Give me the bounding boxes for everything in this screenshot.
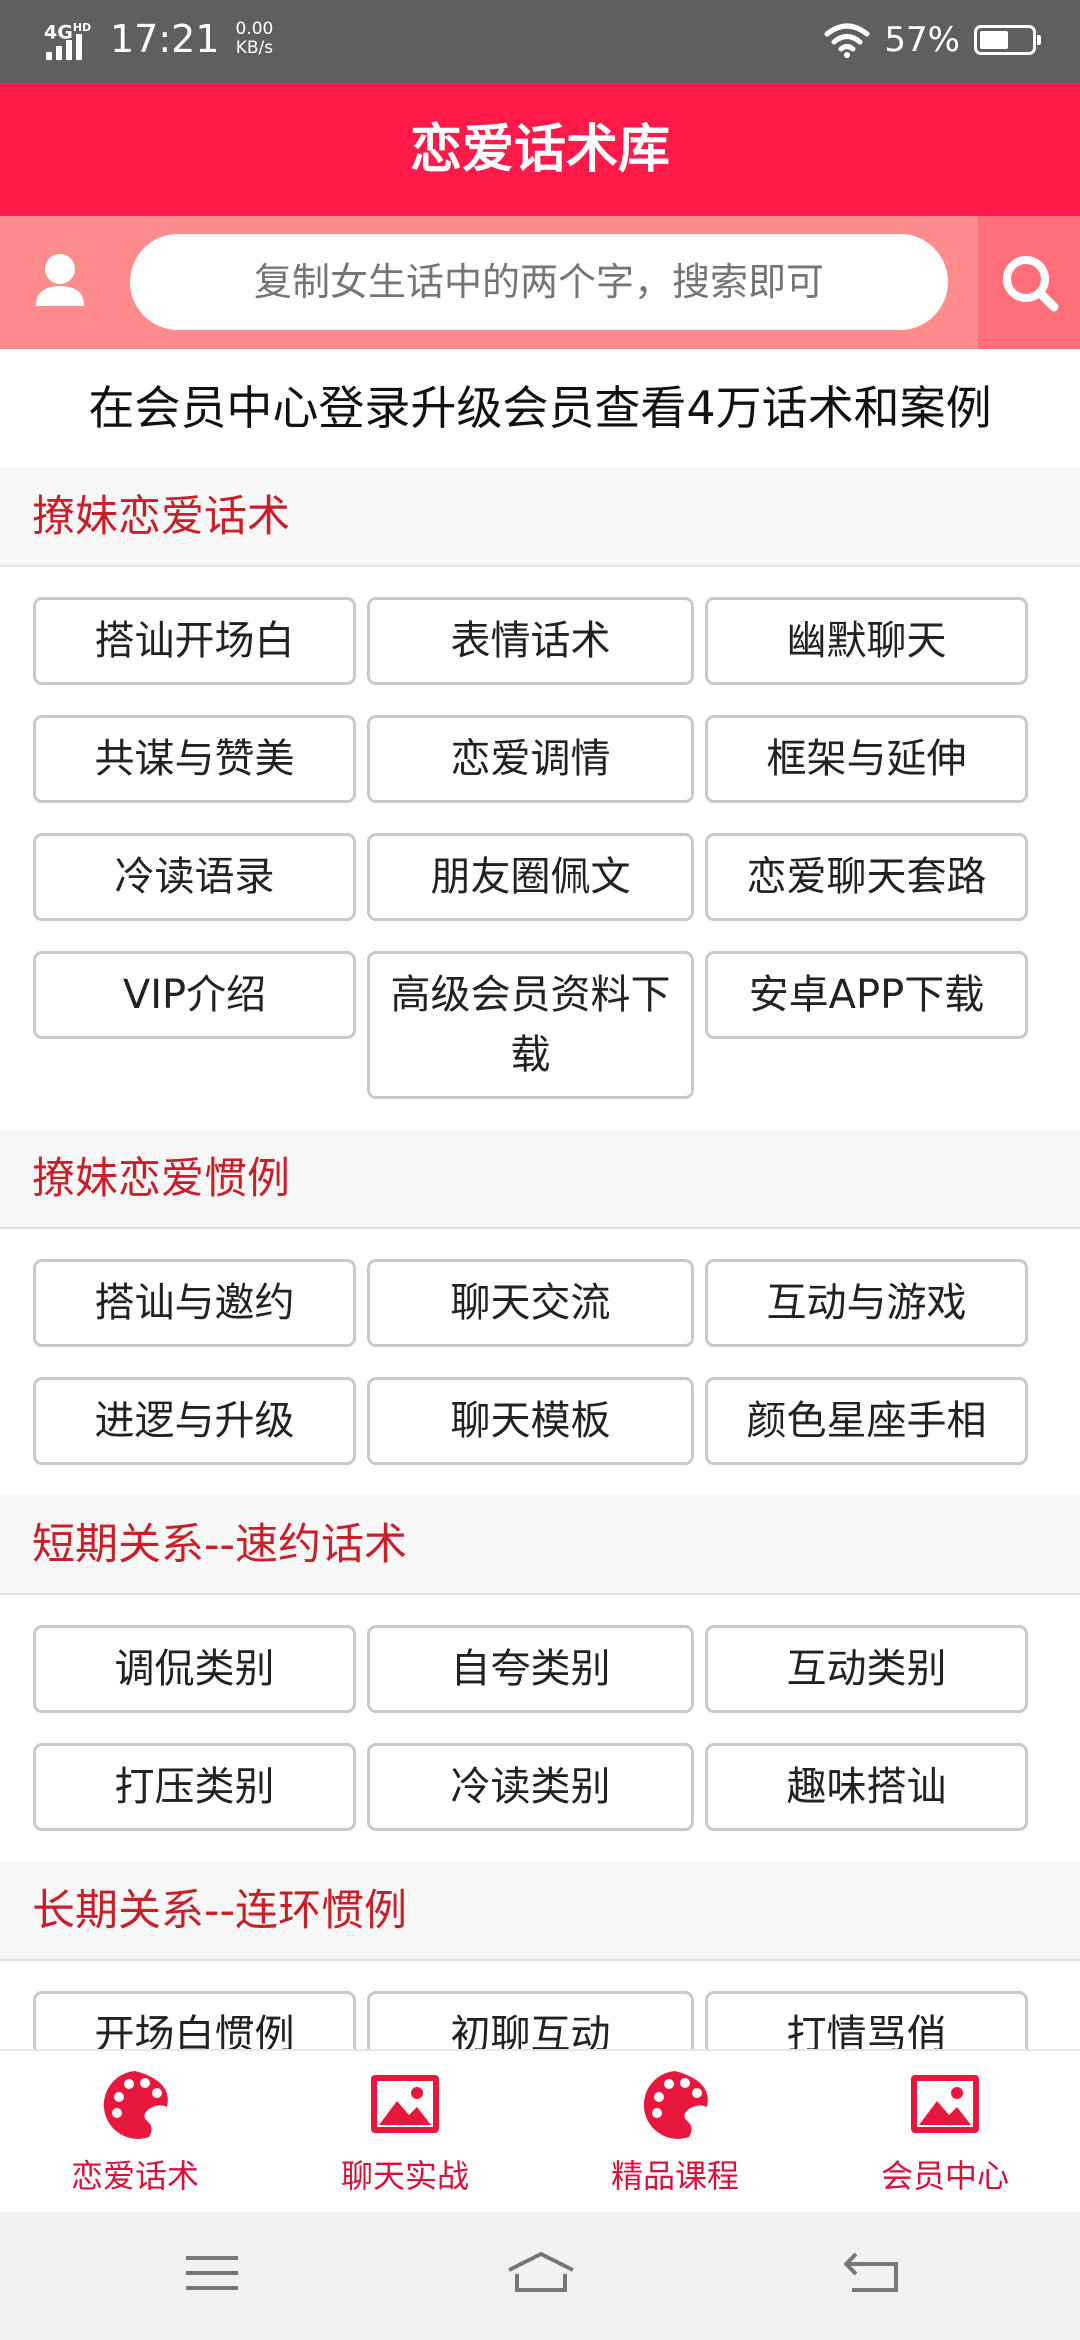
tab-item[interactable]: 会员中心 <box>810 2051 1080 2212</box>
section-title: 撩妹恋爱惯例 <box>0 1129 1080 1229</box>
speed-unit: KB/s <box>235 38 274 58</box>
palette-icon <box>643 2071 708 2139</box>
page-title: 恋爱话术库 <box>0 84 1080 216</box>
section-title: 长期关系--连环惯例 <box>0 1861 1080 1961</box>
tab-label: 恋爱话术 <box>70 2157 199 2195</box>
category-button[interactable]: 颜色星座手相 <box>705 1377 1028 1465</box>
category-grid: 搭讪与邀约 聊天交流 互动与游戏进逻与升级 聊天模板 颜色星座手相 <box>0 1229 1080 1495</box>
category-button[interactable]: 自夸类别 <box>367 1625 694 1713</box>
user-icon <box>36 254 84 306</box>
system-nav-bar <box>0 2212 1080 2340</box>
menu-icon[interactable] <box>182 2248 242 2298</box>
speed-value: 0.00 <box>235 19 274 39</box>
category-button[interactable]: 聊天交流 <box>367 1259 694 1347</box>
wifi-icon <box>824 23 870 58</box>
tab-item[interactable]: 聊天实战 <box>270 2051 540 2212</box>
category-button[interactable]: 高级会员资料下载 <box>367 951 694 1099</box>
category-list[interactable]: 撩妹恋爱话术搭讪开场白 表情话术 幽默聊天共谋与赞美 恋爱调情 框架与延伸冷读语录 朋友圈… <box>0 467 1080 2049</box>
search-icon <box>1003 256 1059 312</box>
category-button[interactable]: 调侃类别 <box>33 1625 356 1713</box>
category-grid: 开场白惯例 初聊互动 打情骂俏 <box>0 1961 1080 2049</box>
tab-item[interactable]: 恋爱话术 <box>0 2051 270 2212</box>
category-button[interactable]: 安卓APP下载 <box>705 951 1028 1039</box>
category-button[interactable]: 开场白惯例 <box>33 1991 356 2049</box>
category-button[interactable]: 冷读类别 <box>367 1743 694 1831</box>
section-title: 撩妹恋爱话术 <box>0 467 1080 567</box>
category-button[interactable]: VIP介绍 <box>33 951 356 1039</box>
category-button[interactable]: 冷读语录 <box>33 833 356 921</box>
image-icon <box>371 2075 439 2133</box>
category-button[interactable]: 恋爱调情 <box>367 715 694 803</box>
category-grid: 调侃类别 自夸类别 互动类别打压类别 冷读类别 趣味搭讪 <box>0 1595 1080 1861</box>
category-button[interactable]: 搭讪开场白 <box>33 597 356 685</box>
search-button[interactable] <box>978 216 1080 349</box>
back-icon[interactable] <box>842 2248 902 2298</box>
search-input[interactable] <box>130 234 948 330</box>
category-button[interactable]: 聊天模板 <box>367 1377 694 1465</box>
user-button[interactable] <box>20 242 100 322</box>
category-button[interactable]: 搭讪与邀约 <box>33 1259 356 1347</box>
category-button[interactable]: 表情话术 <box>367 597 694 685</box>
image-icon <box>911 2075 979 2133</box>
category-button[interactable]: 朋友圈佩文 <box>367 833 694 921</box>
signal-icon: 4GHD <box>44 14 100 64</box>
tab-label: 会员中心 <box>880 2157 1009 2195</box>
category-button[interactable]: 进逻与升级 <box>33 1377 356 1465</box>
category-button[interactable]: 互动与游戏 <box>705 1259 1028 1347</box>
clock: 17:21 <box>110 17 220 61</box>
battery-icon <box>974 25 1041 55</box>
membership-notice[interactable]: 在会员中心登录升级会员查看4万话术和案例 <box>0 349 1080 467</box>
category-button[interactable]: 打压类别 <box>33 1743 356 1831</box>
palette-icon <box>103 2071 168 2139</box>
search-bar <box>0 216 1080 349</box>
category-grid: 搭讪开场白 表情话术 幽默聊天共谋与赞美 恋爱调情 框架与延伸冷读语录 朋友圈佩文 恋爱聊天… <box>0 567 1080 1129</box>
category-button[interactable]: 趣味搭讪 <box>705 1743 1028 1831</box>
section-title: 短期关系--速约话术 <box>0 1495 1080 1595</box>
status-left: 4GHD 17:21 0.00 KB/s <box>44 14 273 64</box>
category-button[interactable]: 打情骂俏 <box>705 1991 1028 2049</box>
category-button[interactable]: 共谋与赞美 <box>33 715 356 803</box>
tab-item[interactable]: 精品课程 <box>540 2051 810 2212</box>
category-button[interactable]: 互动类别 <box>705 1625 1028 1713</box>
status-right: 57% <box>824 20 1041 60</box>
category-button[interactable]: 框架与延伸 <box>705 715 1028 803</box>
tab-label: 精品课程 <box>610 2157 739 2195</box>
bottom-tab-bar: 恋爱话术 聊天实战 精品课程 会员中心 <box>0 2049 1080 2212</box>
status-bar: 4GHD 17:21 0.00 KB/s 57% <box>0 0 1080 84</box>
category-button[interactable]: 恋爱聊天套路 <box>705 833 1028 921</box>
category-button[interactable]: 幽默聊天 <box>705 597 1028 685</box>
home-icon[interactable] <box>505 2248 577 2298</box>
network-speed: 0.00 KB/s <box>236 20 274 58</box>
tab-label: 聊天实战 <box>340 2157 469 2195</box>
battery-percent: 57% <box>884 20 960 60</box>
category-button[interactable]: 初聊互动 <box>367 1991 694 2049</box>
